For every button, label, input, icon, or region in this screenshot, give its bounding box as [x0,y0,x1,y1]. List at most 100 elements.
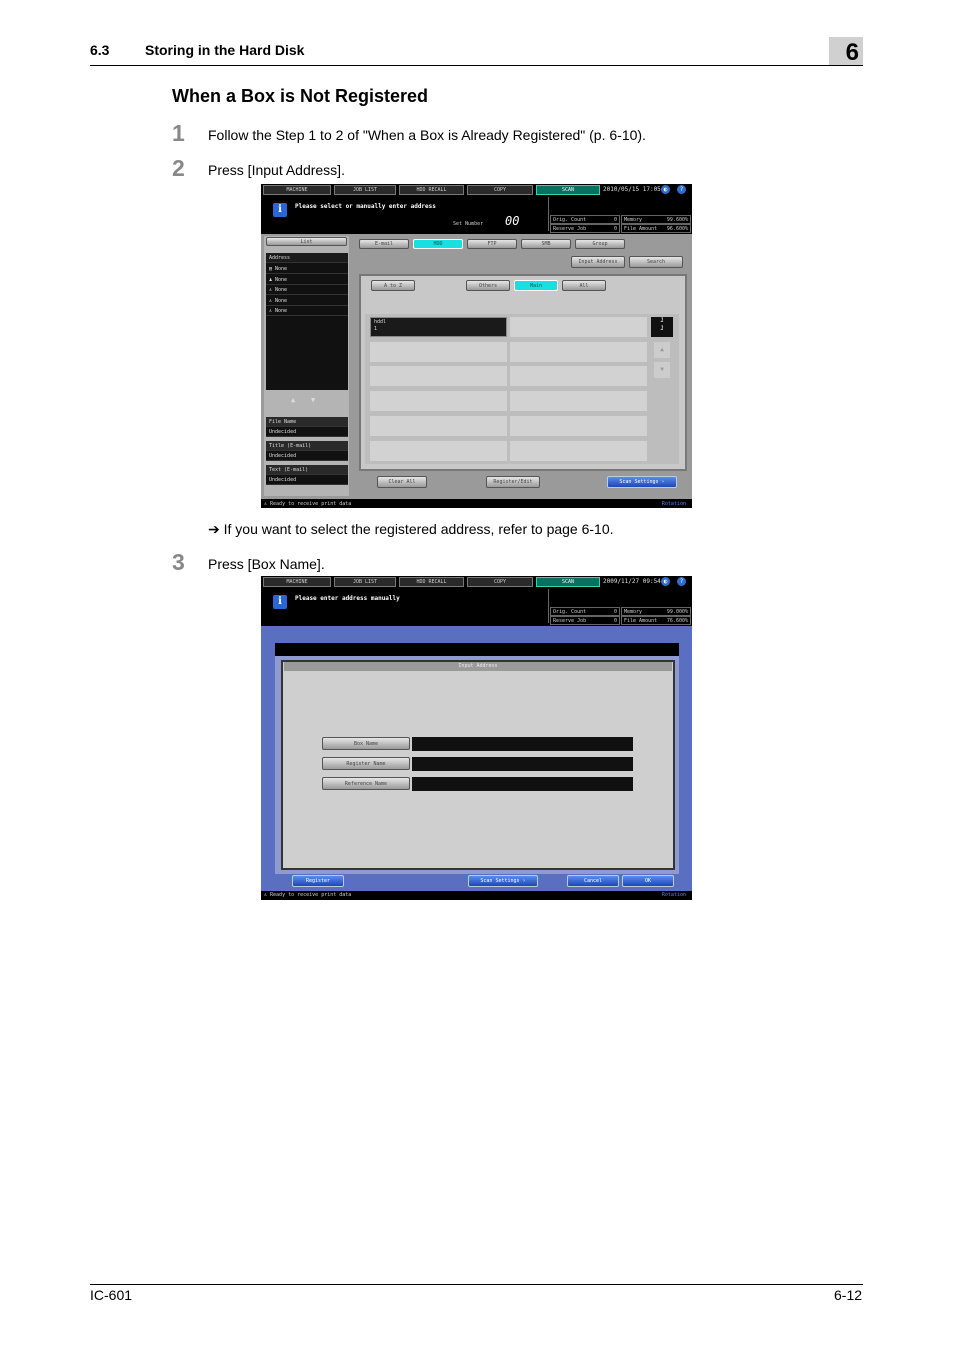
a-to-z-button[interactable]: A to Z [371,280,415,291]
status-bar: ♙ Ready to receive print data [261,500,692,508]
tab-machine[interactable]: MACHINE [263,185,331,195]
step-number: 2 [172,155,185,181]
input-address-button[interactable]: Input Address [571,256,625,268]
status-icon[interactable]: ◐ [661,185,670,194]
file-name-label[interactable]: File Name [266,417,348,427]
ok-button[interactable]: OK [622,875,674,887]
tab-copy[interactable]: COPY [467,577,533,587]
entry-number: 1 [374,326,378,332]
rotation-label[interactable]: Rotation [662,891,686,899]
search-button[interactable]: Search [629,256,683,268]
tab-scan[interactable]: SCAN [536,185,600,195]
info-icon: i [273,203,287,217]
step-number: 1 [172,120,185,146]
reference-name-field[interactable] [412,777,633,791]
tab-email[interactable]: E-mail [359,239,409,249]
list-button[interactable]: List [266,237,347,246]
screenshot-address-select: MACHINE JOB LIST HDD RECALL COPY SCAN 20… [261,184,692,508]
register-edit-button[interactable]: Register/Edit [486,476,540,488]
tab-copy[interactable]: COPY [467,185,533,195]
tab-ftp[interactable]: FTP [467,239,517,249]
screenshot-input-address: MACHINE JOB LIST HDD RECALL COPY SCAN 20… [261,576,692,900]
list-item[interactable]: ♙ None [266,285,348,295]
step-text: Follow the Step 1 to 2 of "When a Box is… [208,127,646,143]
address-slot[interactable] [510,317,647,337]
datetime: 2009/11/27 09:54 [603,578,661,585]
footer-rule [90,1284,863,1285]
chapter-number: 6 [845,39,859,66]
reference-name-button[interactable]: Reference Name [322,777,410,790]
list-item[interactable]: ♙ None [266,296,348,306]
list-item[interactable]: ♙ None [266,306,348,316]
page-down-icon[interactable]: ▼ [654,362,670,378]
box-name-field[interactable] [412,737,633,751]
address-slot[interactable] [370,441,507,461]
scroll-down-icon[interactable]: ▼ [311,396,315,404]
footer-model: IC-601 [90,1287,133,1303]
tab-machine[interactable]: MACHINE [263,577,331,587]
header-rule [90,65,863,66]
scan-settings-button[interactable]: Scan Settings › [468,875,538,887]
reserve-job: Reserve Job 0 [550,616,620,625]
panel-title: Input Address [284,662,672,671]
address-slot[interactable] [510,391,647,411]
text-value: Undecided [266,475,348,485]
orig-count: Orig. Count 0 [550,215,620,224]
title-value: Undecided [266,451,348,461]
tab-group[interactable]: Group [575,239,625,249]
file-amount: File Amount 76.600% [621,616,691,625]
tab-hdd-recall[interactable]: HDD RECALL [399,185,464,195]
page-up-icon[interactable]: ▲ [654,342,670,358]
help-icon[interactable]: ? [677,185,686,194]
status-icon[interactable]: ◐ [661,577,670,586]
help-icon[interactable]: ? [677,577,686,586]
tab-job-list[interactable]: JOB LIST [334,185,396,195]
step-number: 3 [172,549,185,575]
page-indicator: 1 1 [651,317,673,337]
section-number: 6.3 [90,42,110,58]
entry-name: hddl [374,319,387,325]
text-label[interactable]: Text (E-mail) [266,465,348,475]
address-list-header: Address [266,253,348,263]
divider [548,197,549,231]
tab-job-list[interactable]: JOB LIST [334,577,396,587]
clear-all-button[interactable]: Clear All [377,476,427,488]
address-slot[interactable] [510,366,647,386]
cancel-button[interactable]: Cancel [567,875,619,887]
list-item[interactable]: ♟ None [266,275,348,285]
box-name-button[interactable]: Box Name [322,737,410,750]
reserve-job: Reserve Job 0 [550,224,620,233]
all-button[interactable]: All [562,280,606,291]
divider [548,589,549,623]
main-button[interactable]: Main [514,280,558,291]
file-name-value: Undecided [266,427,348,437]
address-slot[interactable] [370,366,507,386]
address-slot[interactable] [510,416,647,436]
datetime: 2010/05/15 17:05 [603,186,661,193]
tab-scan[interactable]: SCAN [536,577,600,587]
page-number: 6-12 [834,1287,863,1303]
register-button[interactable]: Register [292,875,344,887]
note-text: ➔ If you want to select the registered a… [208,521,614,537]
tab-smb[interactable]: SMB [521,239,571,249]
others-button[interactable]: Others [466,280,510,291]
tab-hdd[interactable]: HDD [413,239,463,249]
register-name-field[interactable] [412,757,633,771]
memory: Memory 99.000% [621,607,691,616]
tab-hdd-recall[interactable]: HDD RECALL [399,577,464,587]
message-text: Please enter address manually [295,595,400,602]
address-slot[interactable] [510,441,647,461]
register-name-button[interactable]: Register Name [322,757,410,770]
address-slot[interactable] [370,391,507,411]
address-slot[interactable] [370,342,507,362]
address-slot[interactable] [510,342,647,362]
rotation-label[interactable]: Rotation [662,500,686,508]
scroll-up-icon[interactable]: ▲ [291,396,295,404]
address-entry-selected[interactable]: hddl 1 [370,317,507,337]
page-title: When a Box is Not Registered [172,86,429,106]
title-label[interactable]: Title (E-mail) [266,441,348,451]
scan-settings-button[interactable]: Scan Settings › [607,476,677,488]
list-item[interactable]: ▤ None [266,264,348,274]
address-slot[interactable] [370,416,507,436]
info-icon: i [273,595,287,609]
